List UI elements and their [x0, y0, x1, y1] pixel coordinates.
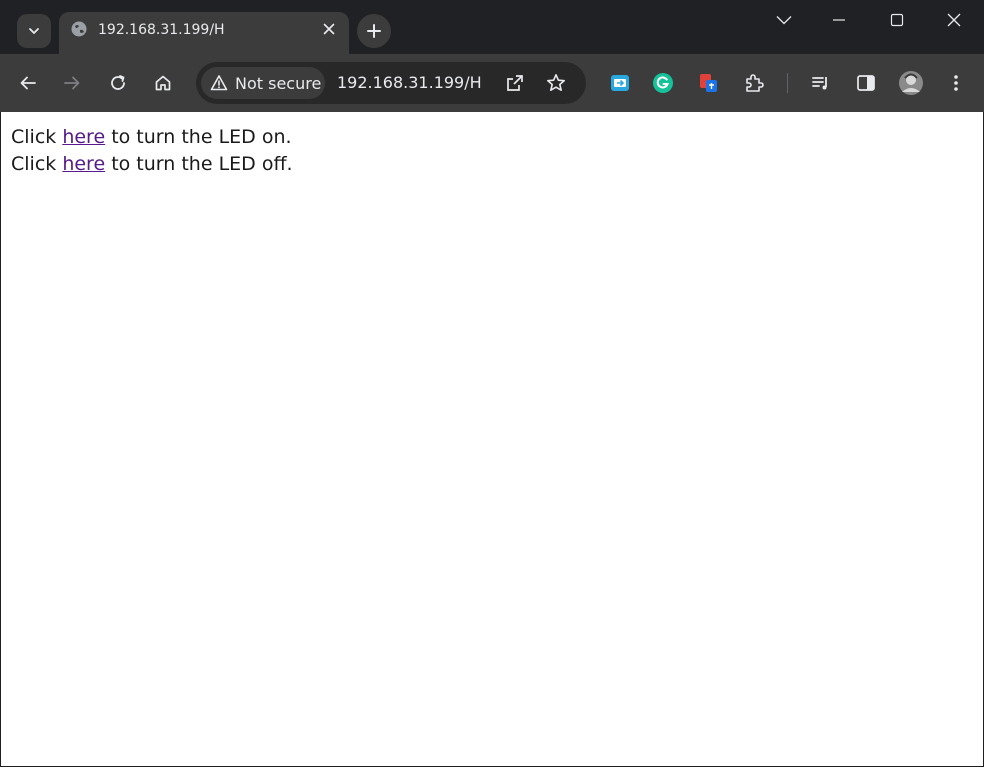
address-bar[interactable]: Not secure 192.168.31.199/H	[196, 62, 586, 104]
arrow-right-icon	[64, 76, 80, 90]
reload-button[interactable]	[102, 67, 134, 99]
led-off-link[interactable]: here	[62, 153, 105, 175]
translate-extension-icon[interactable]	[692, 67, 724, 99]
back-button[interactable]	[12, 67, 44, 99]
tab-strip: 192.168.31.199/H	[0, 0, 984, 54]
minimize-icon	[833, 19, 845, 21]
share-icon	[507, 75, 523, 91]
plus-icon	[367, 24, 381, 38]
toolbar-divider	[787, 73, 788, 93]
led-on-line: Click here to turn the LED on.	[11, 124, 293, 151]
forward-button[interactable]	[56, 67, 88, 99]
close-tab-icon[interactable]	[319, 19, 339, 39]
warning-triangle-icon	[209, 73, 229, 93]
chevron-down-icon	[29, 28, 39, 34]
bookmark-button[interactable]	[540, 67, 572, 99]
screen-capture-extension-icon[interactable]	[604, 67, 636, 99]
side-panel-icon	[857, 75, 875, 91]
media-queue-icon	[812, 77, 827, 90]
home-button[interactable]	[147, 67, 179, 99]
side-panel-button[interactable]	[850, 67, 882, 99]
security-label: Not secure	[235, 73, 322, 93]
puzzle-extensions-icon[interactable]	[738, 67, 770, 99]
profile-avatar[interactable]	[895, 67, 927, 99]
kebab-menu-icon	[954, 75, 958, 91]
maximize-icon	[890, 13, 904, 27]
line-suffix: to turn the LED off.	[105, 153, 293, 175]
menu-button[interactable]	[940, 67, 972, 99]
maximize-button[interactable]	[875, 4, 919, 36]
tab-title: 192.168.31.199/H	[98, 22, 225, 38]
new-tab-button[interactable]	[357, 14, 391, 48]
security-chip[interactable]: Not secure	[201, 67, 325, 99]
toolbar: Not secure 192.168.31.199/H	[0, 54, 984, 112]
line-prefix: Click	[11, 126, 63, 148]
minimize-button[interactable]	[817, 4, 861, 36]
close-icon	[947, 13, 961, 27]
reading-list-media-button[interactable]	[805, 67, 837, 99]
share-button[interactable]	[499, 67, 531, 99]
home-icon	[155, 75, 171, 91]
led-on-link[interactable]: here	[62, 126, 105, 148]
browser-window: 192.168.31.199/H Not secure 192.168.31.1…	[0, 0, 984, 767]
url-text[interactable]: 192.168.31.199/H	[337, 73, 482, 93]
close-window-button[interactable]	[932, 4, 976, 36]
globe-icon	[70, 20, 88, 38]
page-content: Click here to turn the LED on. Click her…	[11, 124, 293, 178]
led-off-line: Click here to turn the LED off.	[11, 151, 293, 178]
arrow-left-icon	[20, 76, 36, 90]
chevron-down-icon	[776, 16, 792, 25]
page-viewport: Click here to turn the LED on. Click her…	[1, 112, 983, 766]
grammarly-extension-icon[interactable]	[647, 67, 679, 99]
line-suffix: to turn the LED on.	[105, 126, 292, 148]
tab-search-button[interactable]	[17, 14, 51, 48]
active-tab[interactable]: 192.168.31.199/H	[59, 12, 349, 54]
line-prefix: Click	[11, 153, 63, 175]
star-icon	[547, 74, 565, 91]
reload-icon	[111, 75, 125, 90]
avatar-icon	[899, 71, 923, 95]
tab-list-dropdown-button[interactable]	[762, 4, 806, 36]
